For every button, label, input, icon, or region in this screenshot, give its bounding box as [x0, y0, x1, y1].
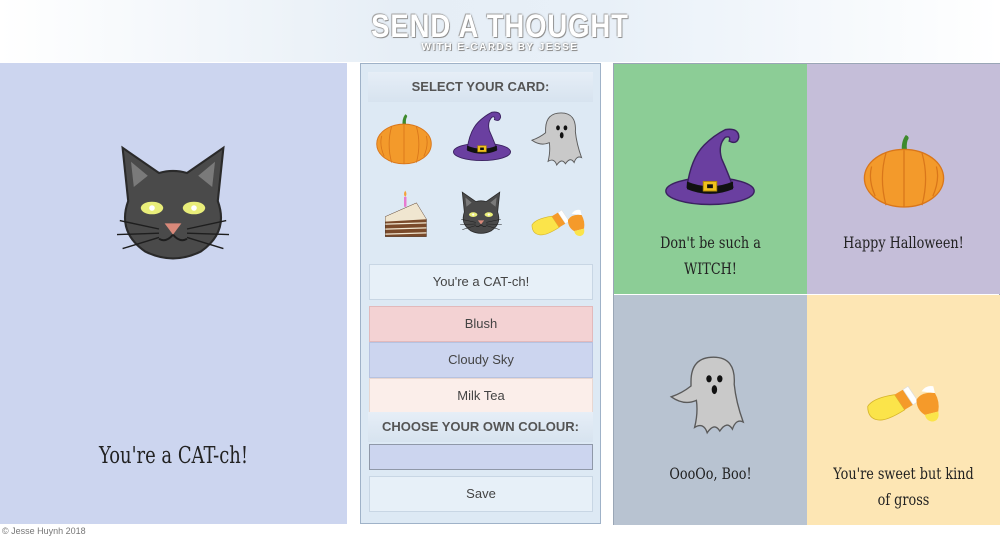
cat-icon [103, 131, 243, 271]
candy-corn-icon [527, 184, 589, 246]
candy-corn-icon [861, 351, 945, 435]
message-input[interactable]: You're a CAT-ch! [369, 264, 593, 300]
site-subtitle: WITH E-CARDS BY JESSE [421, 42, 579, 53]
gallery-card-witch[interactable]: Don't be such a WITCH! [614, 64, 807, 294]
gallery-card-halloween[interactable]: Happy Halloween! [807, 64, 1000, 294]
cake-option[interactable] [373, 182, 435, 244]
card-icon-grid [369, 106, 593, 256]
pumpkin-option[interactable] [373, 108, 435, 170]
pumpkin-icon [859, 126, 949, 216]
candy-corn-option[interactable] [527, 184, 589, 246]
footer-copyright: © Jesse Huynh 2018 [2, 526, 86, 536]
site-title: SEND A THOUGHT [371, 8, 629, 44]
gallery-card-boo[interactable]: OooOo, Boo! [614, 295, 807, 525]
witch-hat-option[interactable] [451, 106, 513, 168]
custom-colour-input[interactable] [369, 444, 593, 470]
witch-hat-icon [451, 106, 513, 168]
cake-icon [373, 182, 435, 244]
custom-colour-title: CHOOSE YOUR OWN COLOUR: [368, 412, 593, 442]
ghost-icon [527, 108, 589, 170]
gallery-card-candy[interactable]: You're sweet but kind of gross [807, 295, 1000, 525]
save-button[interactable]: Save [369, 476, 593, 512]
cat-icon [455, 186, 507, 238]
gallery-card-text: Happy Halloween! [843, 233, 964, 252]
gallery-card-text: You're sweet but kind of gross [833, 464, 974, 509]
colour-option-milk-tea[interactable]: Milk Tea [369, 378, 593, 414]
colour-option-blush[interactable]: Blush [369, 306, 593, 342]
preview-message: You're a CAT-ch! [98, 443, 249, 469]
cat-option[interactable] [455, 186, 517, 248]
gallery-card-text: Don't be such a WITCH! [660, 233, 761, 278]
gallery-card-text: OooOo, Boo! [669, 464, 752, 483]
card-controls: SELECT YOUR CARD: You're a CAT-ch! Blush… [360, 63, 601, 524]
select-card-title: SELECT YOUR CARD: [368, 72, 593, 102]
witch-hat-icon [662, 120, 758, 216]
ghost-option[interactable] [527, 108, 589, 170]
pumpkin-icon [373, 108, 435, 170]
colour-option-cloudy-sky[interactable]: Cloudy Sky [369, 342, 593, 378]
card-preview: You're a CAT-ch! [0, 63, 347, 524]
site-header: SEND A THOUGHT WITH E-CARDS BY JESSE [0, 0, 1000, 62]
card-gallery: Don't be such a WITCH! Happy Halloween! … [613, 63, 1000, 525]
ghost-icon [664, 345, 754, 445]
